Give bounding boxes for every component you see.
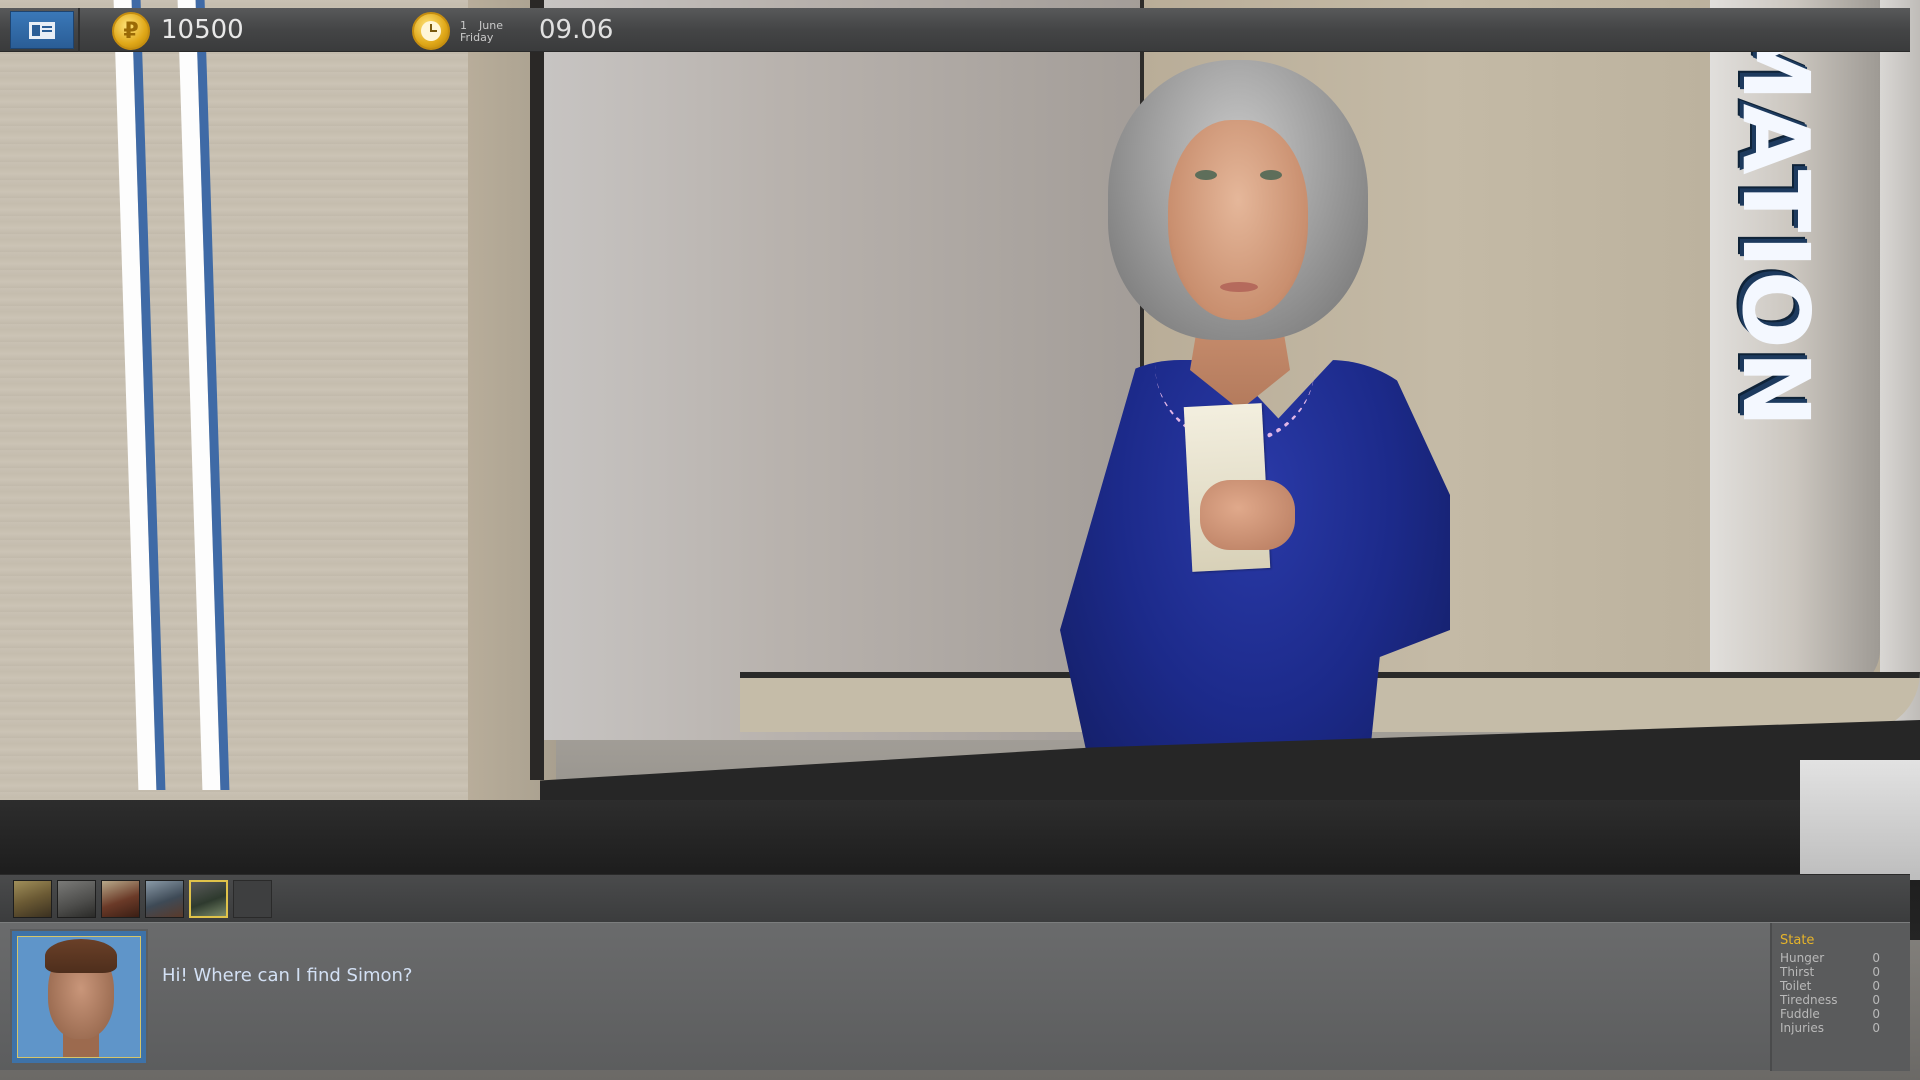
top-status-bar: ₽ 10500 1 June Friday 09.06 <box>0 8 1910 52</box>
character-eye <box>1260 170 1282 180</box>
clock-face <box>421 21 441 41</box>
ruble-coin-icon: ₽ <box>112 12 150 50</box>
dialog-text[interactable]: Hi! Where can I find Simon? <box>162 965 412 986</box>
character-hand <box>1200 480 1295 550</box>
door-frame <box>530 0 544 780</box>
receptionist-character[interactable] <box>1020 60 1520 810</box>
state-value: 0 <box>1872 1021 1880 1035</box>
location-thumbnail[interactable] <box>145 880 184 918</box>
state-value: 0 <box>1872 951 1880 965</box>
left-wall <box>0 0 470 830</box>
divider <box>78 8 80 52</box>
menu-button[interactable] <box>10 11 74 49</box>
state-row-tiredness: Tiredness 0 <box>1780 993 1880 1007</box>
state-value: 0 <box>1872 993 1880 1007</box>
state-row-thirst: Thirst 0 <box>1780 965 1880 979</box>
portrait-hair <box>45 939 117 973</box>
state-label: Fuddle <box>1780 1007 1820 1021</box>
dialog-panel: Hi! Where can I find Simon? State Hunger… <box>0 922 1910 1071</box>
character-mouth <box>1220 282 1258 292</box>
location-thumbnail[interactable] <box>101 880 140 918</box>
state-label: Injuries <box>1780 1021 1824 1035</box>
state-row-injuries: Injuries 0 <box>1780 1021 1880 1035</box>
state-row-fuddle: Fuddle 0 <box>1780 1007 1880 1021</box>
location-thumbnail-bar <box>0 874 1910 922</box>
state-value: 0 <box>1872 965 1880 979</box>
player-portrait <box>17 936 141 1058</box>
state-title: State <box>1780 933 1815 948</box>
location-thumbnail[interactable] <box>57 880 96 918</box>
state-panel: State Hunger 0 Thirst 0 Toilet 0 Tiredness 0… <box>1770 923 1910 1071</box>
character-eye <box>1195 170 1217 180</box>
clock-icon <box>412 12 450 50</box>
state-value: 0 <box>1872 1007 1880 1021</box>
currency-symbol: ₽ <box>123 18 139 44</box>
state-label: Hunger <box>1780 951 1825 965</box>
state-label: Thirst <box>1780 965 1815 979</box>
speaker-portrait-frame <box>10 929 148 1065</box>
floor <box>1800 760 1920 880</box>
state-label: Toilet <box>1780 979 1812 993</box>
far-right-wall <box>1880 0 1920 760</box>
state-value: 0 <box>1872 979 1880 993</box>
date-weekday: Friday <box>460 31 494 44</box>
location-thumbnail[interactable] <box>13 880 52 918</box>
money-amount: 10500 <box>161 15 244 45</box>
location-thumbnail-selected[interactable] <box>189 880 228 918</box>
information-sign: MATION <box>1722 10 1829 430</box>
time-display: 09.06 <box>539 15 614 45</box>
menu-icon <box>29 21 55 39</box>
state-row-toilet: Toilet 0 <box>1780 979 1880 993</box>
location-thumbnail-empty[interactable] <box>233 880 272 918</box>
state-label: Tiredness <box>1780 993 1838 1007</box>
state-row-hunger: Hunger 0 <box>1780 951 1880 965</box>
